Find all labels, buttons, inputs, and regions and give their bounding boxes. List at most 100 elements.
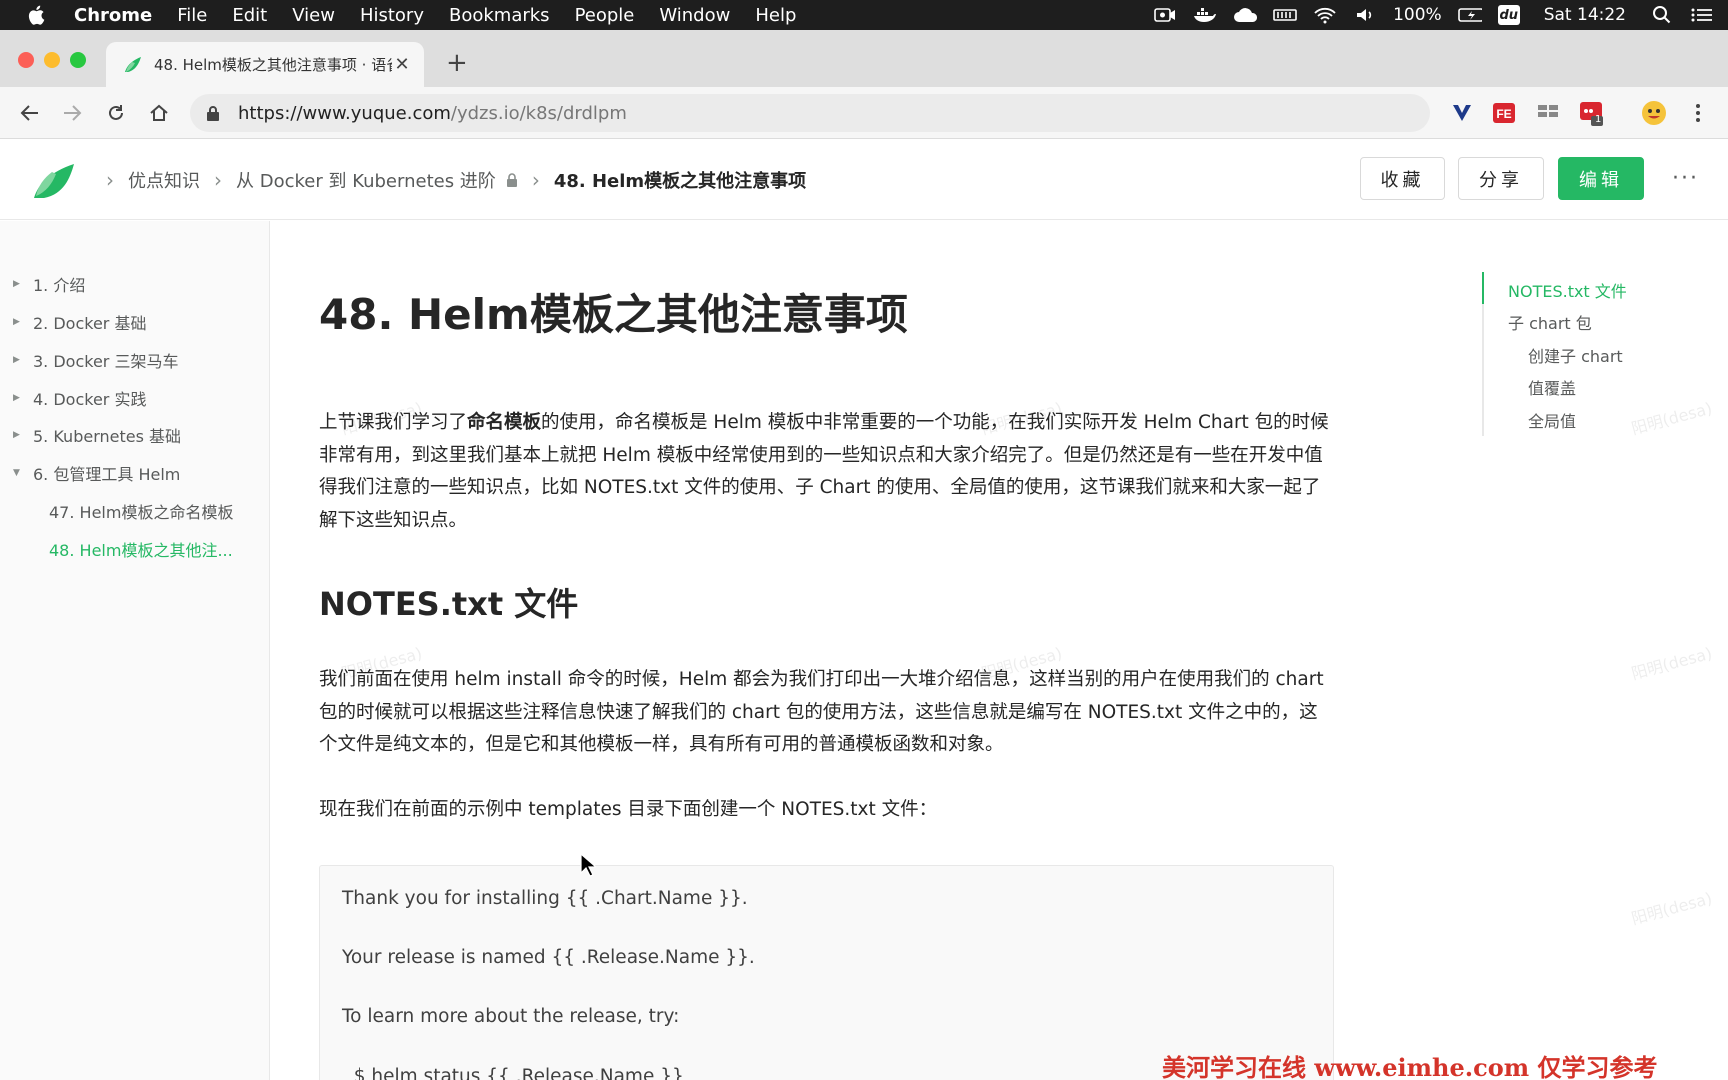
toc-item[interactable]: 创建子 chart: [1528, 343, 1623, 367]
catalog-item-label: 1. 介绍: [33, 276, 86, 295]
catalog-item-label: 3. Docker 三架马车: [33, 352, 179, 371]
catalog-item[interactable]: ▶ 5. Kubernetes 基础: [0, 418, 270, 452]
control-center-list-icon[interactable]: [1690, 6, 1714, 24]
battery-icon[interactable]: [1457, 6, 1482, 24]
document-title: 48. Helm模板之其他注意事项: [319, 290, 908, 339]
menu-history[interactable]: History: [360, 5, 424, 26]
window-zoom-button[interactable]: [70, 52, 86, 68]
home-button[interactable]: [145, 99, 173, 127]
toc-item[interactable]: 子 chart 包: [1508, 310, 1592, 334]
expand-caret-icon[interactable]: ▶: [0, 430, 33, 440]
book-catalog-sidebar: ▶ 1. 介绍 ▶ 2. Docker 基础 ▶ 3. Docker 三架马车 ▶ 4.…: [0, 221, 270, 1080]
spotlight-search-icon[interactable]: [1650, 6, 1674, 24]
breadcrumb-chevron-icon: ›: [531, 168, 540, 192]
edit-button[interactable]: 编辑: [1558, 157, 1644, 200]
menu-help[interactable]: Help: [755, 5, 796, 26]
catalog-item[interactable]: ▶ 2. Docker 基础: [0, 305, 270, 339]
extension-grid-icon[interactable]: [1534, 99, 1562, 127]
notes-instruction: 现在我们在前面的示例中 templates 目录下面创建一个 NOTES.txt…: [319, 799, 938, 820]
toc-item[interactable]: 值覆盖: [1528, 375, 1576, 399]
expand-caret-icon[interactable]: ▶: [0, 317, 33, 327]
catalog-item-label: 2. Docker 基础: [33, 314, 147, 333]
browser-toolbar: https://www.yuque.com/ydzs.io/k8s/drdlpm…: [0, 87, 1728, 139]
menu-bookmarks[interactable]: Bookmarks: [449, 5, 550, 26]
intro-bold-term: 命名模板: [467, 412, 542, 433]
address-bar[interactable]: https://www.yuque.com/ydzs.io/k8s/drdlpm: [190, 94, 1430, 132]
new-tab-button[interactable]: +: [446, 50, 468, 76]
tab-close-icon[interactable]: ✕: [392, 54, 412, 75]
macos-menu-bar: Chrome File Edit View History Bookmarks …: [0, 0, 1728, 30]
site-banner-watermark: 美河学习在线 www.eimhe.com 仅学习参考: [1162, 1053, 1658, 1080]
wifi-icon[interactable]: [1313, 6, 1337, 24]
catalog-item-label: 4. Docker 实践: [33, 390, 147, 409]
extension-v-icon[interactable]: [1448, 99, 1476, 127]
clock[interactable]: Sat 14:22: [1544, 5, 1626, 25]
toc-item[interactable]: 全局值: [1528, 408, 1576, 432]
breadcrumb-current-doc: 48. Helm模板之其他注意事项: [553, 171, 807, 192]
menu-people[interactable]: People: [575, 5, 635, 26]
code-line: $ helm status {{ .Release.Name }}: [342, 1066, 684, 1080]
breadcrumb: › 优点知识 › 从 Docker 到 Kubernetes 进阶 › 48. …: [92, 140, 806, 220]
docker-icon[interactable]: [1193, 6, 1217, 24]
intro-paragraph: 上节课我们学习了命名模板的使用，命名模板是 Helm 模板中非常重要的一个功能，…: [319, 407, 1334, 537]
notes-paragraph: 我们前面在使用 helm install 命令的时候，Helm 都会为我们打印出…: [319, 669, 1324, 755]
window-minimize-button[interactable]: [44, 52, 60, 68]
lock-icon: [207, 106, 219, 121]
expand-caret-icon[interactable]: ▶: [0, 279, 33, 289]
yuque-logo-icon[interactable]: [30, 158, 78, 202]
extension-fe-icon[interactable]: FE: [1490, 99, 1518, 127]
menu-window[interactable]: Window: [659, 5, 730, 26]
menu-file[interactable]: File: [177, 5, 207, 26]
catalog-item[interactable]: ▶ 4. Docker 实践: [0, 381, 270, 415]
breadcrumb-book[interactable]: 从 Docker 到 Kubernetes 进阶: [236, 167, 496, 193]
extension-red-icon[interactable]: 1: [1578, 99, 1606, 127]
expand-caret-icon[interactable]: ▶: [0, 393, 33, 403]
catalog-item-label: 47. Helm模板之命名模板: [49, 503, 234, 522]
code-line: Thank you for installing {{ .Chart.Name …: [342, 888, 748, 909]
expand-caret-icon[interactable]: ▶: [0, 355, 33, 365]
volume-icon[interactable]: [1353, 6, 1377, 24]
catalog-item[interactable]: ▶ 1. 介绍: [0, 267, 270, 301]
catalog-item[interactable]: ▼ 6. 包管理工具 Helm: [0, 456, 270, 490]
apple-icon[interactable]: [28, 5, 48, 25]
url-path: /ydzs.io/k8s/drdlpm: [450, 102, 627, 124]
watermark: 阳明(desa): [1629, 643, 1715, 684]
catalog-item-label: 48. Helm模板之其他注...: [49, 541, 233, 560]
breadcrumb-org[interactable]: 优点知识: [128, 167, 200, 193]
profile-avatar[interactable]: [1640, 99, 1668, 127]
catalog-item-label: 5. Kubernetes 基础: [33, 427, 182, 446]
memory-icon[interactable]: [1273, 6, 1297, 24]
collect-button[interactable]: 收藏: [1360, 157, 1445, 200]
back-arrow-icon: [20, 105, 38, 121]
private-lock-icon: [506, 173, 517, 187]
catalog-subitem-active[interactable]: 48. Helm模板之其他注...: [0, 532, 270, 566]
forward-arrow-icon: [64, 105, 82, 121]
catalog-subitem[interactable]: 47. Helm模板之命名模板: [0, 494, 270, 528]
back-button[interactable]: [16, 99, 44, 127]
menu-edit[interactable]: Edit: [232, 5, 267, 26]
catalog-item[interactable]: ▶ 3. Docker 三架马车: [0, 343, 270, 377]
battery-percent: 100%: [1393, 5, 1442, 25]
tab-title: 48. Helm模板之其他注意事项 · 语雀: [154, 56, 392, 74]
breadcrumb-chevron-icon: ›: [106, 168, 114, 192]
reload-button[interactable]: [102, 99, 130, 127]
more-actions-icon[interactable]: ···: [1672, 166, 1699, 191]
toc-item[interactable]: NOTES.txt 文件: [1508, 278, 1627, 302]
menu-view[interactable]: View: [292, 5, 335, 26]
menu-app-chrome[interactable]: Chrome: [74, 5, 152, 26]
collapse-caret-icon[interactable]: ▼: [0, 468, 33, 478]
catalog-item-label: 6. 包管理工具 Helm: [33, 465, 181, 484]
baidu-du-icon[interactable]: du: [1497, 5, 1520, 25]
share-button[interactable]: 分享: [1458, 157, 1544, 200]
du-label: du: [1499, 7, 1518, 23]
reload-icon: [109, 105, 123, 120]
forward-button[interactable]: [58, 99, 86, 127]
extension-badge: 1: [1595, 114, 1602, 125]
code-line: To learn more about the release, try:: [342, 1006, 680, 1027]
browser-tab-active[interactable]: 48. Helm模板之其他注意事项 · 语雀 ✕: [106, 42, 424, 87]
screen-record-icon[interactable]: [1153, 6, 1177, 24]
cloud-icon[interactable]: [1233, 6, 1258, 24]
yuque-favicon-icon: [125, 56, 141, 72]
window-close-button[interactable]: [18, 52, 34, 68]
chrome-menu-icon[interactable]: [1684, 99, 1712, 127]
